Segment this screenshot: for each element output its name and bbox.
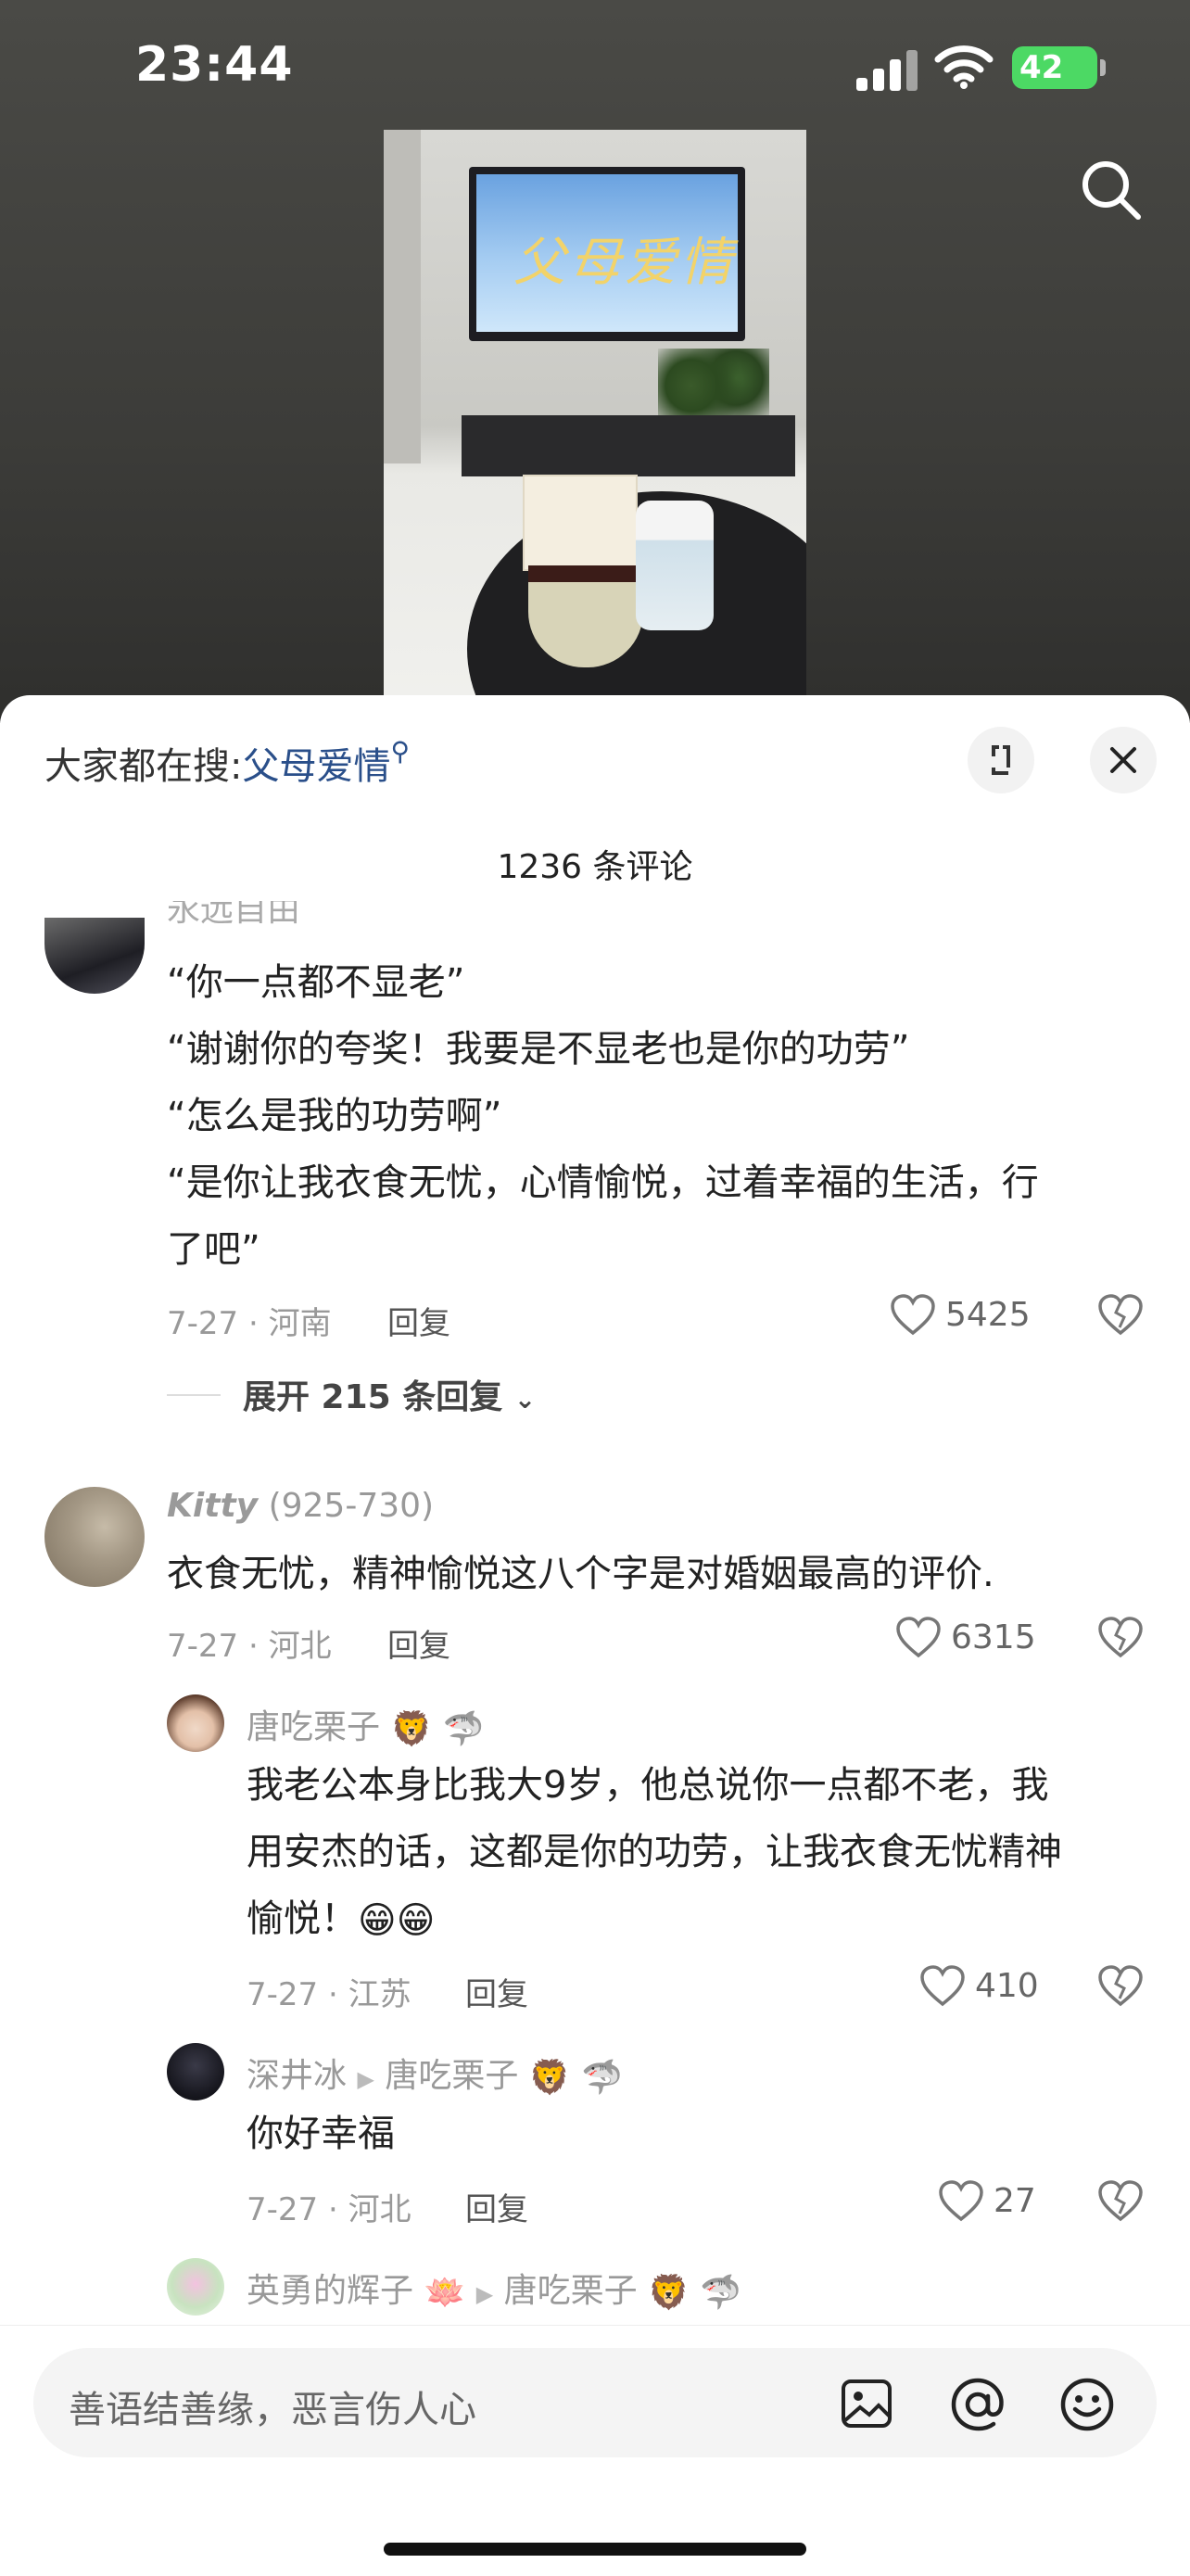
reply-arrow-icon: ▶: [357, 2066, 374, 2092]
replier-handle: 唐吃栗子: [247, 1708, 381, 1746]
avatar[interactable]: [44, 918, 145, 994]
reply-text: 我老公本身比我大9岁，他总说你一点都不老，我 用安杰的话，这都是你的功劳，让我衣…: [247, 1752, 1164, 1954]
status-time: 23:44: [135, 37, 294, 93]
battery-icon: 42: [1012, 46, 1106, 89]
lion-emoji-icon: 🦁: [528, 2059, 571, 2097]
emoji-icon[interactable]: [1058, 2376, 1116, 2433]
like-count: 27: [994, 2182, 1036, 2220]
commenter-name[interactable]: Kitty (925-730): [167, 1487, 434, 1525]
reply-button[interactable]: 回复: [465, 2184, 528, 2229]
like-count: 5425: [945, 1296, 1031, 1334]
comment-line: 了吧”: [167, 1228, 260, 1271]
close-button[interactable]: [1090, 727, 1157, 793]
heart-icon[interactable]: [919, 1965, 966, 2008]
replier-name[interactable]: 英勇的辉子 🪷 ▶ 唐吃栗子 🦁 🦈: [247, 2264, 741, 2312]
comment-line: “是你让我衣食无忧，心情愉悦，过着幸福的生活，行: [167, 1161, 1039, 1204]
water-bottle: [636, 501, 714, 630]
mention-icon[interactable]: [949, 2376, 1006, 2433]
heart-icon[interactable]: [938, 2180, 984, 2223]
broken-heart-icon[interactable]: [1097, 1617, 1144, 1659]
comment-line: “怎么是我的功劳啊”: [167, 1095, 502, 1137]
broken-heart-icon[interactable]: [1097, 2180, 1144, 2223]
comment-count: 1236 条评论: [497, 848, 693, 886]
reply-line-text: 愉悦！: [247, 1897, 358, 1940]
heart-icon[interactable]: [890, 1294, 936, 1337]
close-icon: [1110, 747, 1136, 773]
chevron-down-icon: ⌄: [513, 1384, 537, 1415]
reply-arrow-icon: ▶: [475, 2281, 494, 2307]
lotus-emoji-icon: 🪷: [424, 2274, 466, 2312]
reply-line: 用安杰的话，这都是你的功劳，让我衣食无忧精神: [247, 1831, 1062, 1873]
comment-text: 衣食无忧，精神愉悦这八个字是对婚姻最高的评价.: [167, 1553, 994, 1595]
avatar[interactable]: [167, 2043, 224, 2100]
avatar[interactable]: [44, 1487, 145, 1587]
expand-sheet-button[interactable]: [968, 727, 1034, 793]
comment-input-bar: 善语结善缘，恶言伤人心: [0, 2325, 1190, 2576]
comment-meta: 7-27 · 河南: [167, 1305, 332, 1342]
tv-cabinet: [462, 415, 795, 476]
hot-search[interactable]: 大家都在搜:父母爱情⚲: [44, 736, 410, 790]
reply-text: 你好幸福: [247, 2113, 395, 2155]
fullscreen-icon: [992, 745, 1010, 775]
broken-heart-icon[interactable]: [1097, 1294, 1144, 1337]
like-count: 6315: [951, 1618, 1036, 1656]
comment-input[interactable]: 善语结善缘，恶言伤人心: [33, 2348, 1157, 2457]
comment-input-placeholder: 善语结善缘，恶言伤人心: [69, 2389, 476, 2431]
comment-text: “你一点都不显老” “谢谢你的夸奖！我要是不显老也是你的功劳” “怎么是我的功劳…: [167, 949, 1149, 1283]
commenter-name[interactable]: 永远自由: [167, 901, 300, 927]
reply-line: 愉悦！😁😁: [247, 1885, 1164, 1954]
reply-to-handle: 唐吃栗子: [503, 2272, 638, 2310]
lion-emoji-icon: 🦁: [648, 2274, 690, 2312]
shark-emoji-icon: 🦈: [581, 2059, 623, 2097]
heart-icon[interactable]: [895, 1617, 942, 1659]
reply-button[interactable]: 回复: [387, 1620, 450, 1666]
replier-handle: 英勇的辉子: [247, 2272, 414, 2310]
plant: [658, 349, 769, 423]
shark-emoji-icon: 🦈: [700, 2274, 742, 2312]
expand-replies-label: 展开 215 条回复: [243, 1378, 503, 1416]
search-icon[interactable]: [1079, 158, 1144, 222]
reply-button[interactable]: 回复: [465, 1969, 528, 2014]
snack-box: [523, 475, 638, 571]
grin-emoji-icon: 😁😁: [358, 1899, 436, 1942]
avatar[interactable]: [167, 2258, 224, 2316]
status-bar: 23:44 42: [0, 0, 1190, 130]
like-count: 410: [975, 1967, 1039, 2005]
tv: 父母爱情: [469, 167, 745, 341]
replier-name[interactable]: 深井冰 ▶ 唐吃栗子 🦁 🦈: [247, 2049, 623, 2097]
commenter-handle: Kitty: [167, 1487, 259, 1525]
avatar[interactable]: [167, 1694, 224, 1752]
tv-title: 父母爱情: [513, 233, 736, 293]
battery-level: 42: [1019, 49, 1064, 86]
reply-meta: 7-27 · 河北: [247, 2191, 411, 2228]
hot-search-keyword[interactable]: 父母爱情: [242, 745, 390, 788]
home-indicator[interactable]: [384, 2543, 806, 2556]
small-search-icon: ⚲: [390, 736, 410, 767]
comment-meta: 7-27 · 河北: [167, 1628, 332, 1665]
comment-line: “你一点都不显老”: [167, 961, 465, 1004]
comment-line: “谢谢你的夸奖！我要是不显老也是你的功劳”: [167, 1028, 910, 1071]
reply-line: 我老公本身比我大9岁，他总说你一点都不老，我: [247, 1764, 1049, 1807]
reply-button[interactable]: 回复: [387, 1298, 450, 1343]
video-frame: 父母爱情: [384, 130, 806, 723]
replier-handle: 深井冰: [247, 2057, 348, 2095]
image-icon[interactable]: [840, 2378, 893, 2430]
reply-meta: 7-27 · 江苏: [247, 1976, 411, 2013]
hot-search-prefix: 大家都在搜:: [44, 745, 243, 788]
divider: [167, 1394, 221, 1396]
expand-replies-button[interactable]: 展开 215 条回复 ⌄: [243, 1370, 536, 1418]
lion-emoji-icon: 🦁: [390, 1710, 433, 1748]
signal-icon: [856, 48, 918, 91]
wall: [384, 130, 421, 463]
broken-heart-icon[interactable]: [1097, 1965, 1144, 2008]
wifi-icon: [934, 45, 994, 89]
shark-emoji-icon: 🦈: [442, 1710, 485, 1748]
comment-sheet: 大家都在搜:父母爱情⚲ 1236 条评论 永远自由 “你一点都不显老” “谢谢你…: [0, 695, 1190, 2575]
reply-to-handle: 唐吃栗子: [385, 2057, 519, 2095]
commenter-handle-suffix: (925-730): [268, 1487, 435, 1525]
replier-name[interactable]: 唐吃栗子 🦁 🦈: [247, 1700, 485, 1748]
